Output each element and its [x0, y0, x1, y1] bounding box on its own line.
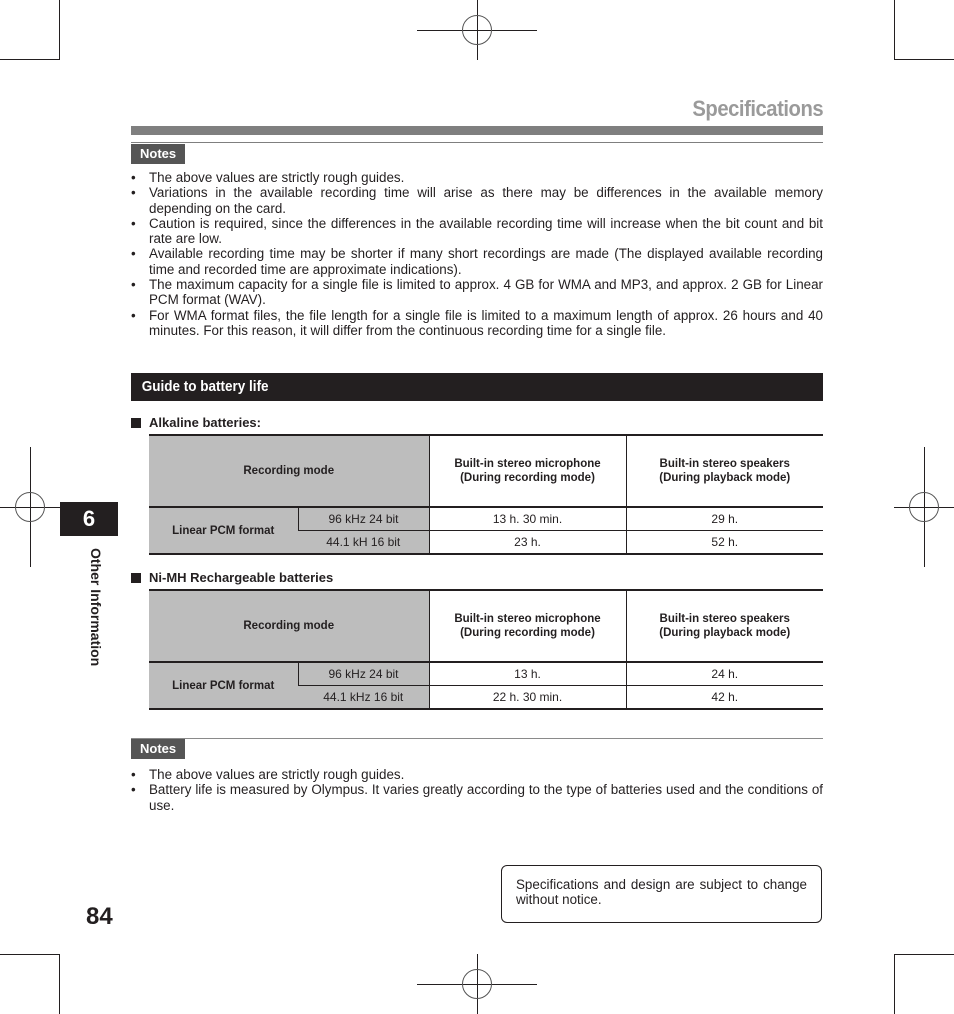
note-item: Variations in the available recording ti…: [131, 185, 823, 216]
title-rule: [131, 142, 823, 143]
page-title: Specifications: [692, 96, 823, 121]
notes-badge: Notes: [131, 739, 186, 759]
notes-rule: [131, 738, 823, 739]
chapter-tab: 6: [60, 502, 118, 536]
nimh-heading-text: Ni-MH Rechargeable batteries: [149, 570, 334, 585]
header-recording-mode: Recording mode: [149, 435, 429, 507]
playback-time-cell: 29 h.: [625, 506, 823, 531]
table-header-row: Recording mode Built-in stereo microphon…: [149, 590, 823, 662]
note-item: The above values are strictly rough guid…: [131, 767, 823, 783]
note-item: Battery life is measured by Olympus. It …: [131, 782, 823, 813]
alkaline-heading-text: Alkaline batteries:: [149, 415, 261, 430]
square-bullet-icon: [131, 573, 141, 583]
mode-cell: 96 kHz 24 bit: [297, 661, 429, 686]
recording-time-cell: 13 h.: [428, 661, 626, 686]
note-item: The maximum capacity for a single file i…: [131, 277, 823, 308]
recording-time-cell: 13 h. 30 min.: [428, 506, 626, 531]
format-cell: Linear PCM format: [149, 506, 298, 554]
note-item: The above values are strictly rough guid…: [131, 170, 823, 186]
header-speakers: Built-in stereo speakers (During playbac…: [625, 590, 823, 662]
note-item: For WMA format files, the file length fo…: [131, 308, 823, 339]
header-speakers: Built-in stereo speakers (During playbac…: [625, 435, 823, 507]
mode-cell: 96 kHz 24 bit: [297, 506, 429, 531]
nimh-table: Recording mode Built-in stereo microphon…: [149, 589, 823, 710]
table-header-row: Recording mode Built-in stereo microphon…: [149, 435, 823, 507]
playback-time-cell: 24 h.: [625, 661, 823, 686]
section-heading-text: Guide to battery life: [141, 378, 269, 395]
recording-time-cell: 22 h. 30 min.: [428, 685, 626, 709]
section-heading: Guide to battery life: [131, 373, 823, 401]
playback-time-cell: 42 h.: [625, 685, 823, 709]
square-bullet-icon: [131, 418, 141, 428]
title-bar: [131, 126, 823, 135]
format-cell: Linear PCM format: [149, 661, 298, 709]
chapter-label: Other Information: [88, 548, 104, 667]
recording-time-cell: 23 h.: [428, 530, 626, 554]
table-row: Linear PCM format 96 kHz 24 bit 13 h. 30…: [149, 506, 823, 554]
mode-cell: 44.1 kH 16 bit: [298, 530, 429, 554]
notice-box: Specifications and design are subject to…: [501, 865, 822, 923]
header-recording-mode: Recording mode: [149, 590, 429, 662]
notes-badge: Notes: [131, 144, 186, 164]
header-microphone: Built-in stereo microphone (During recor…: [428, 435, 626, 507]
alkaline-heading: Alkaline batteries:: [131, 415, 261, 430]
playback-time-cell: 52 h.: [625, 530, 823, 554]
notes-list: The above values are strictly rough guid…: [131, 767, 823, 813]
note-item: Caution is required, since the differenc…: [131, 216, 823, 247]
alkaline-table: Recording mode Built-in stereo microphon…: [149, 434, 823, 555]
header-microphone: Built-in stereo microphone (During recor…: [428, 590, 626, 662]
mode-cell: 44.1 kHz 16 bit: [298, 685, 429, 709]
notes-list: The above values are strictly rough guid…: [131, 170, 823, 338]
note-item: Available recording time may be shorter …: [131, 246, 823, 277]
nimh-heading: Ni-MH Rechargeable batteries: [131, 570, 333, 585]
table-row: Linear PCM format 96 kHz 24 bit 13 h. 24…: [149, 661, 823, 709]
page-number: 84: [86, 903, 113, 930]
